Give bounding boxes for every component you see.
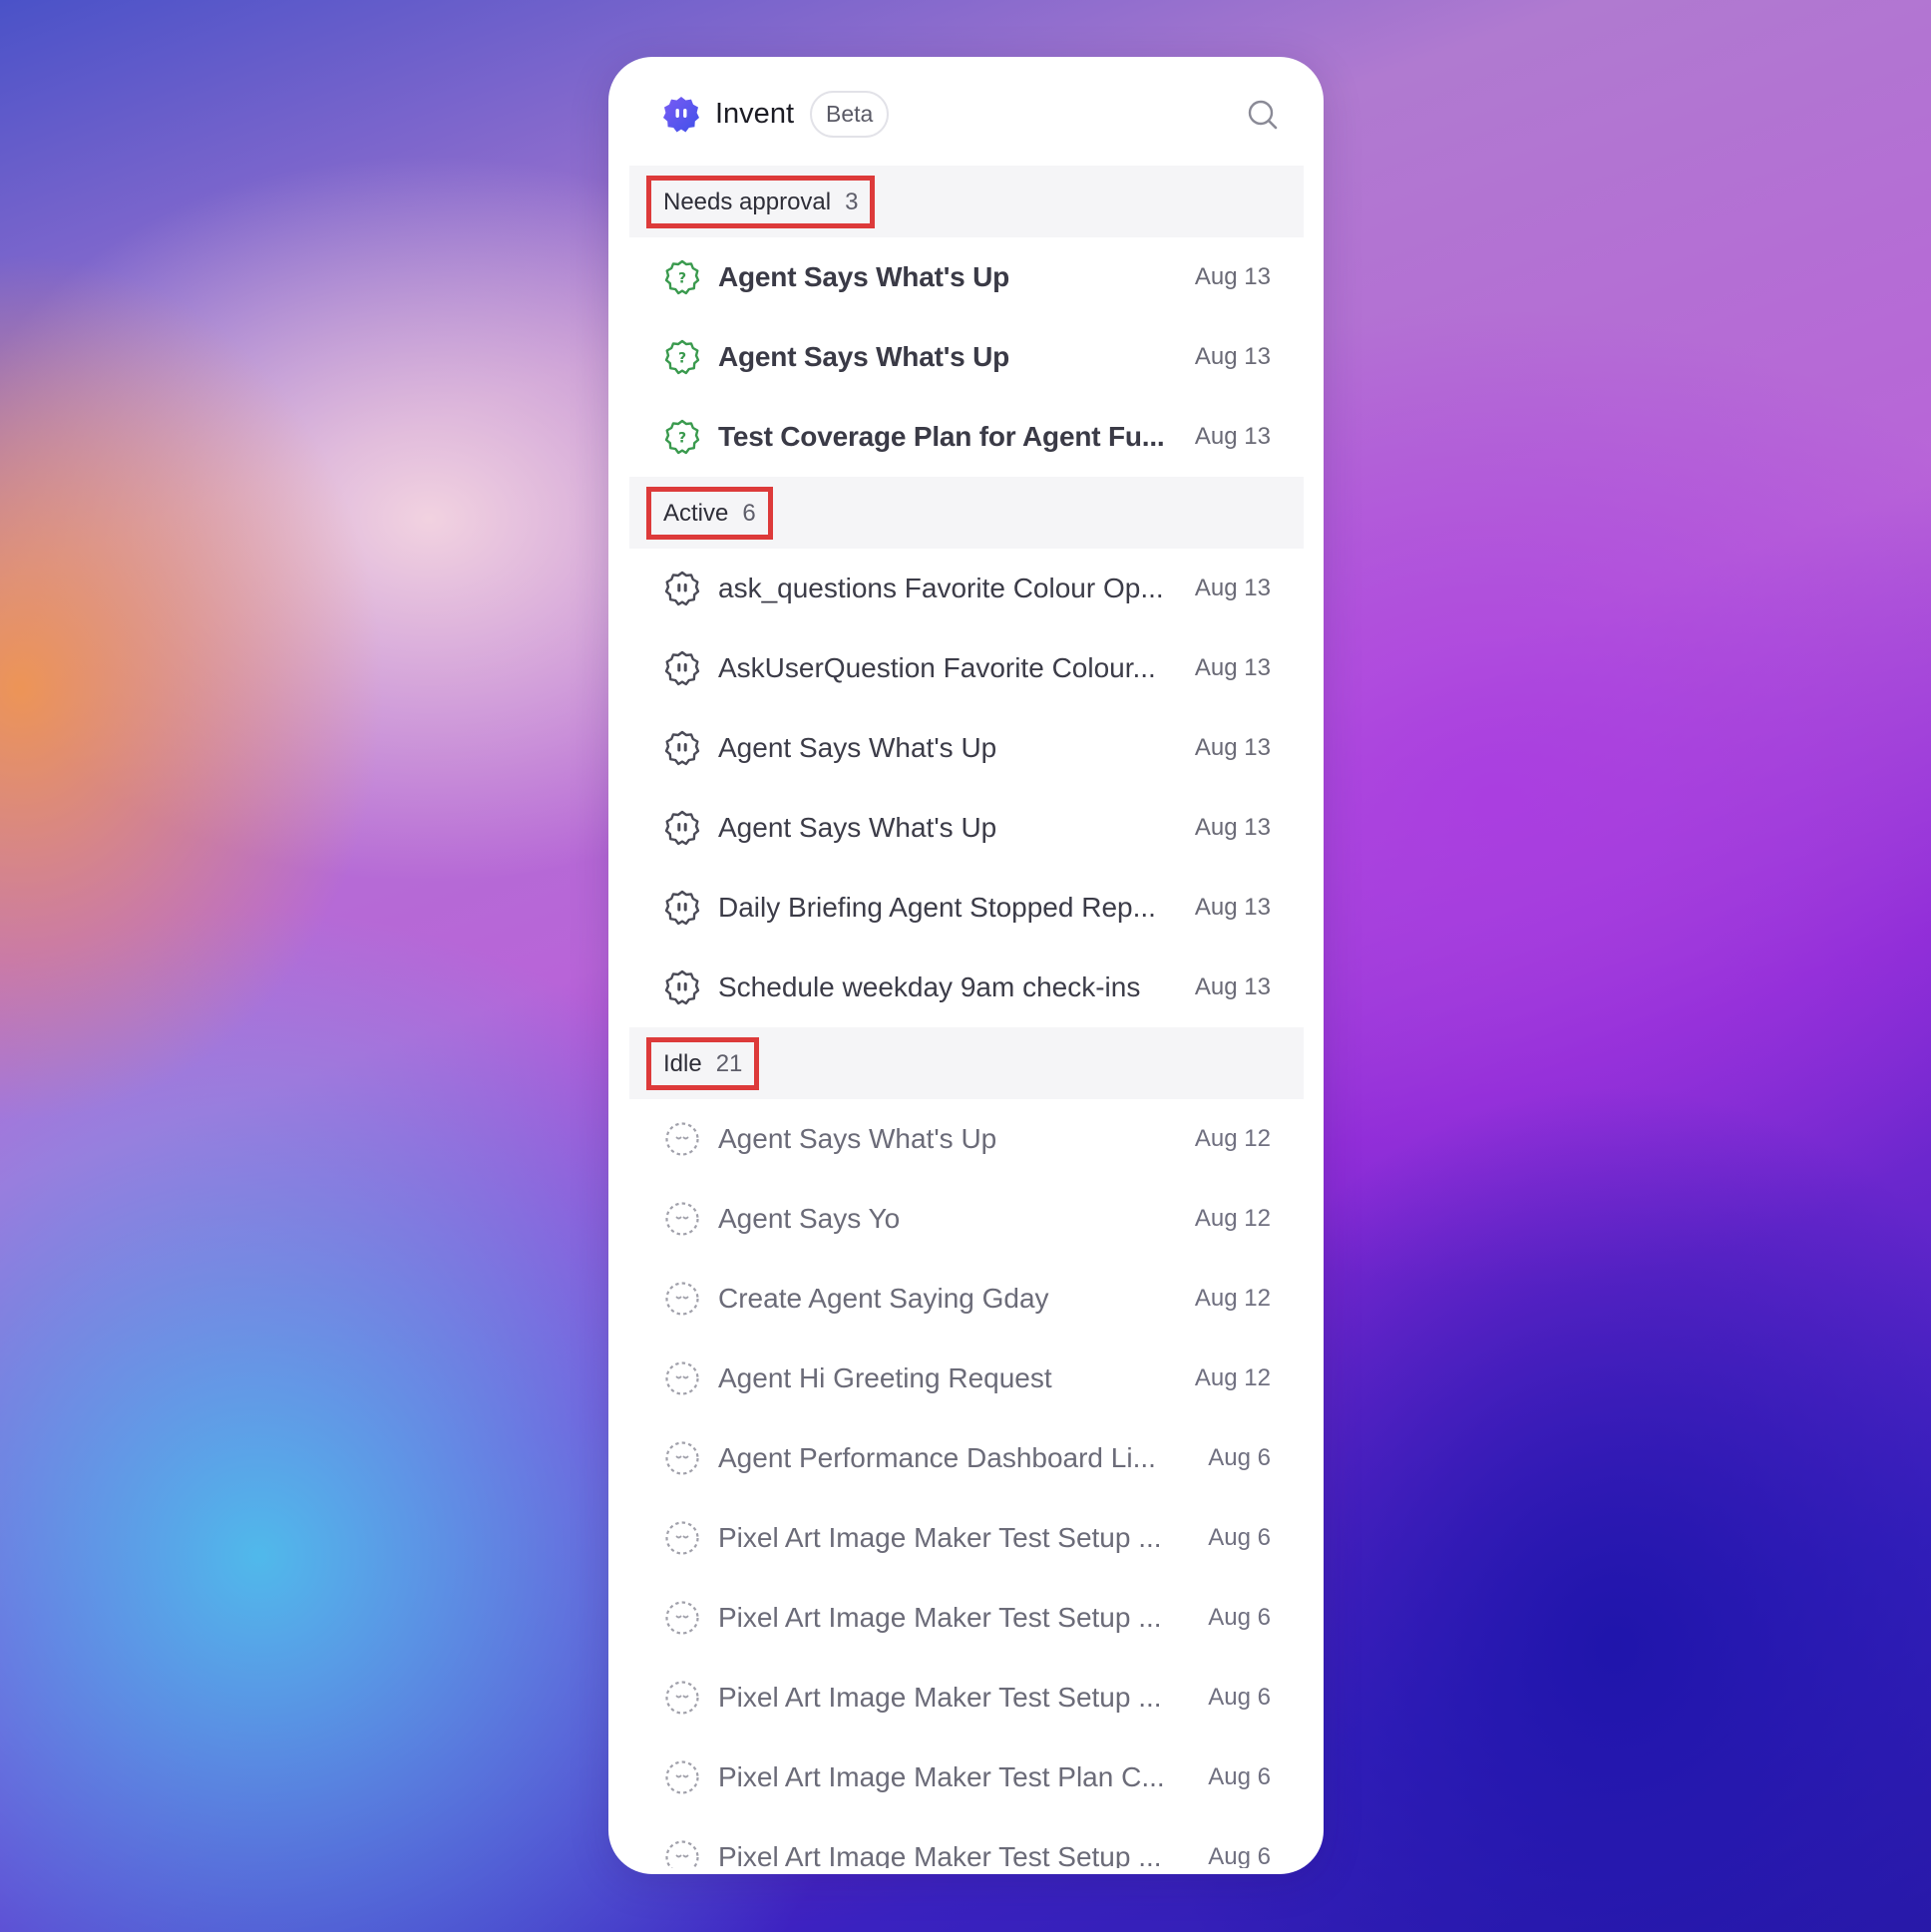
- session-row[interactable]: Agent Says Yo Aug 12: [629, 1179, 1304, 1259]
- sleeping-agent-icon: [665, 1122, 699, 1156]
- section-count: 21: [715, 1049, 743, 1077]
- session-title: ask_questions Favorite Colour Op...: [718, 573, 1164, 603]
- session-title: Schedule weekday 9am check-ins: [718, 971, 1141, 1002]
- session-date: Aug 6: [1208, 1444, 1271, 1471]
- session-row[interactable]: Test Coverage Plan for Agent Fu... Aug 1…: [629, 397, 1304, 477]
- session-date: Aug 12: [1194, 1205, 1271, 1232]
- session-date: Aug 13: [1194, 814, 1271, 841]
- session-title: Pixel Art Image Maker Test Plan C...: [718, 1761, 1165, 1792]
- session-date: Aug 6: [1208, 1843, 1271, 1870]
- session-list-panel: Invent Beta Needs approval 3 Agent Says …: [608, 57, 1324, 1874]
- agent-face-icon: [663, 649, 701, 687]
- session-row[interactable]: AskUserQuestion Favorite Colour... Aug 1…: [629, 628, 1304, 708]
- sleeping-agent-icon: [665, 1361, 699, 1395]
- session-title: Agent Says Yo: [718, 1203, 901, 1234]
- session-date: Aug 6: [1208, 1604, 1271, 1631]
- section-label: Active: [663, 499, 729, 527]
- session-title: Test Coverage Plan for Agent Fu...: [718, 421, 1165, 452]
- session-date: Aug 6: [1208, 1763, 1271, 1790]
- session-date: Aug 13: [1194, 973, 1271, 1000]
- session-date: Aug 13: [1194, 263, 1271, 290]
- panel-header: Invent Beta: [629, 63, 1304, 166]
- session-row[interactable]: Schedule weekday 9am check-ins Aug 13: [629, 948, 1304, 1027]
- agent-face-icon: [663, 889, 701, 927]
- agent-face-icon: [663, 968, 701, 1006]
- question-badge-icon: [663, 338, 701, 376]
- session-row[interactable]: Pixel Art Image Maker Test Plan C... Aug…: [629, 1738, 1304, 1817]
- session-title: Agent Hi Greeting Request: [718, 1362, 1052, 1393]
- session-row[interactable]: Daily Briefing Agent Stopped Rep... Aug …: [629, 868, 1304, 948]
- sleeping-agent-icon: [665, 1681, 699, 1715]
- session-date: Aug 6: [1208, 1684, 1271, 1711]
- session-date: Aug 13: [1194, 343, 1271, 370]
- section-header-active[interactable]: Active 6: [629, 477, 1304, 549]
- session-row[interactable]: Agent Says What's Up Aug 13: [629, 708, 1304, 788]
- session-list: Invent Beta Needs approval 3 Agent Says …: [629, 63, 1304, 1868]
- sleeping-agent-icon: [665, 1601, 699, 1635]
- session-row[interactable]: Create Agent Saying Gday Aug 12: [629, 1259, 1304, 1339]
- sleeping-agent-icon: [665, 1202, 699, 1236]
- section-highlight-box: Idle 21: [646, 1037, 760, 1090]
- session-date: Aug 13: [1194, 734, 1271, 761]
- session-row[interactable]: Pixel Art Image Maker Test Setup ... Aug…: [629, 1658, 1304, 1738]
- section-count: 3: [845, 188, 859, 215]
- session-title: Agent Says What's Up: [718, 1123, 997, 1154]
- session-row[interactable]: Pixel Art Image Maker Test Setup ... Aug…: [629, 1498, 1304, 1578]
- session-title: Agent Says What's Up: [718, 732, 997, 763]
- session-date: Aug 13: [1194, 894, 1271, 921]
- section-label: Idle: [663, 1049, 702, 1077]
- section-header-needs-approval[interactable]: Needs approval 3: [629, 166, 1304, 237]
- section-highlight-box: Active 6: [646, 487, 773, 540]
- session-row[interactable]: Agent Says What's Up Aug 13: [629, 788, 1304, 868]
- beta-badge: Beta: [810, 91, 890, 138]
- sleeping-agent-icon: [665, 1441, 699, 1475]
- session-title: Agent Performance Dashboard Li...: [718, 1442, 1156, 1473]
- session-date: Aug 12: [1194, 1285, 1271, 1312]
- session-title: Pixel Art Image Maker Test Setup ...: [718, 1602, 1162, 1633]
- agent-face-icon: [663, 809, 701, 847]
- session-title: Pixel Art Image Maker Test Setup ...: [718, 1522, 1162, 1553]
- section-highlight-box: Needs approval 3: [646, 176, 876, 228]
- session-date: Aug 12: [1194, 1364, 1271, 1391]
- session-row[interactable]: Pixel Art Image Maker Test Setup ... Aug…: [629, 1578, 1304, 1658]
- session-title: Pixel Art Image Maker Test Setup ...: [718, 1841, 1162, 1872]
- session-title: Agent Says What's Up: [718, 812, 997, 843]
- agent-face-icon: [663, 570, 701, 607]
- section-count: 6: [742, 499, 756, 527]
- session-row[interactable]: Agent Says What's Up Aug 13: [629, 237, 1304, 317]
- session-title: Daily Briefing Agent Stopped Rep...: [718, 892, 1156, 923]
- sleeping-agent-icon: [665, 1840, 699, 1868]
- section-label: Needs approval: [663, 188, 832, 215]
- session-title: AskUserQuestion Favorite Colour...: [718, 652, 1156, 683]
- section-header-idle[interactable]: Idle 21: [629, 1027, 1304, 1099]
- session-date: Aug 12: [1194, 1125, 1271, 1152]
- session-title: Create Agent Saying Gday: [718, 1283, 1049, 1314]
- question-badge-icon: [663, 418, 701, 456]
- session-date: Aug 6: [1208, 1524, 1271, 1551]
- session-date: Aug 13: [1194, 654, 1271, 681]
- session-title: Pixel Art Image Maker Test Setup ...: [718, 1682, 1162, 1713]
- search-icon[interactable]: [1244, 96, 1282, 134]
- app-name: Invent: [715, 98, 794, 130]
- session-date: Aug 13: [1194, 423, 1271, 450]
- session-title: Agent Says What's Up: [718, 341, 1010, 372]
- session-row[interactable]: Agent Says What's Up Aug 12: [629, 1099, 1304, 1179]
- session-row[interactable]: ask_questions Favorite Colour Op... Aug …: [629, 549, 1304, 628]
- agent-face-icon: [663, 729, 701, 767]
- session-row[interactable]: Pixel Art Image Maker Test Setup ... Aug…: [629, 1817, 1304, 1872]
- question-badge-icon: [663, 258, 701, 296]
- sleeping-agent-icon: [665, 1521, 699, 1555]
- session-row[interactable]: Agent Hi Greeting Request Aug 12: [629, 1339, 1304, 1418]
- sleeping-agent-icon: [665, 1760, 699, 1794]
- invent-logo-icon[interactable]: [661, 95, 701, 135]
- session-row[interactable]: Agent Says What's Up Aug 13: [629, 317, 1304, 397]
- sleeping-agent-icon: [665, 1282, 699, 1316]
- session-row[interactable]: Agent Performance Dashboard Li... Aug 6: [629, 1418, 1304, 1498]
- session-date: Aug 13: [1194, 575, 1271, 601]
- session-title: Agent Says What's Up: [718, 261, 1010, 292]
